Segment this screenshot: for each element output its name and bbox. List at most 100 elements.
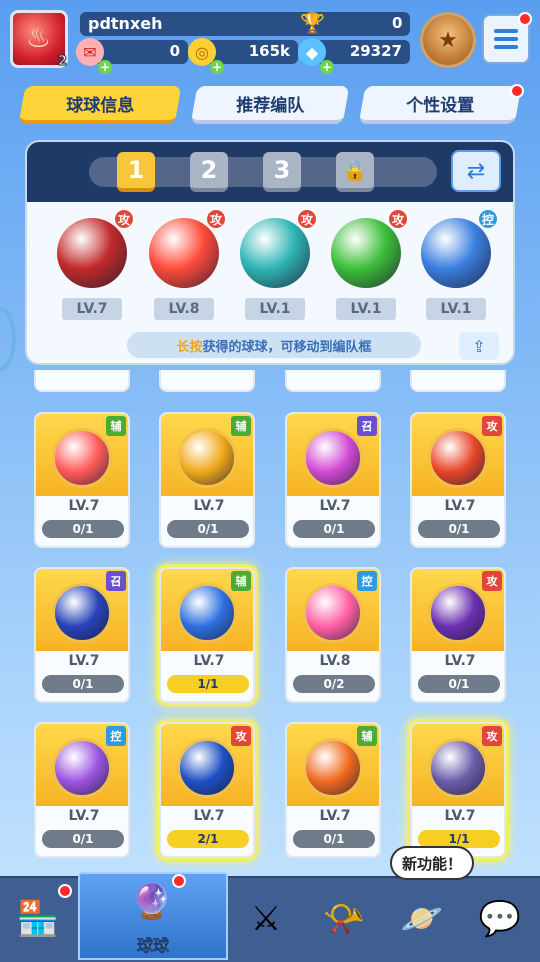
nav-battle[interactable]: ⚔	[228, 878, 304, 960]
sword-ball-icon	[428, 583, 488, 643]
ball-icon: 🔮	[130, 882, 174, 922]
ball-type-tag: 召	[106, 571, 126, 591]
team-ball-type-tag: 攻	[387, 208, 409, 230]
ball-card[interactable]: 辅 LV.7 0/1	[285, 722, 381, 858]
planet-icon: 🪐	[400, 899, 444, 939]
team-ball-level: LV.8	[154, 298, 214, 320]
team-ball-red-blob-ball[interactable]	[149, 218, 219, 288]
ball-card[interactable]: 控 LV.8 0/2	[285, 567, 381, 703]
tab-recommended-team[interactable]: 推荐编队	[190, 86, 350, 124]
ball-type-tag: 辅	[231, 571, 251, 591]
claw-ball-icon	[428, 428, 488, 488]
coin-resource[interactable]: ◎ + 165k	[188, 38, 298, 74]
ball-type-tag: 攻	[482, 571, 502, 591]
phoenix-ball-icon	[303, 428, 363, 488]
ball-level: LV.7	[444, 498, 476, 514]
rank-badge-icon[interactable]: ★	[420, 12, 476, 68]
share-button[interactable]: ⇪	[459, 332, 499, 360]
nav-social[interactable]: 💬	[462, 878, 538, 960]
ball-type-tag: 辅	[231, 416, 251, 436]
ball-card[interactable]: 攻 LV.7 1/1	[410, 722, 506, 858]
player-avatar[interactable]: ♨ 2	[10, 10, 68, 70]
ball-card[interactable]: 攻 LV.7 2/1	[159, 722, 255, 858]
share-icon: ⇪	[472, 336, 486, 356]
ball-type-tag: 召	[357, 416, 377, 436]
card-partial	[410, 370, 506, 392]
ball-card-count: 0/1	[293, 520, 375, 538]
notification-dot	[518, 12, 532, 26]
card-partial	[159, 370, 255, 392]
nav-ball-label: 球球	[136, 936, 170, 956]
coin-icon: ◎ +	[188, 38, 224, 74]
trophy-icon: 🏆	[300, 11, 325, 35]
nav-whistle[interactable]: 📯	[306, 878, 382, 960]
ball-type-tag: 辅	[357, 726, 377, 746]
ball-card[interactable]: 攻 LV.7 0/1	[410, 567, 506, 703]
ball-card-count: 0/1	[418, 520, 500, 538]
coupon-value: 0	[169, 42, 180, 60]
team-slot-1[interactable]: 1	[117, 152, 155, 192]
tab-ball-info[interactable]: 球球信息	[18, 86, 182, 124]
hint-bar: 长按 获得的球球，可移动到编队框	[127, 332, 421, 358]
team-panel: 1 2 3 🔒 ⇄ 攻 LV.7 攻 LV.8 攻 LV.1 攻 LV.1 控 LV.1 长按 获…	[25, 140, 515, 365]
ball-level: LV.7	[319, 498, 351, 514]
ball-card[interactable]: 控 LV.7 0/1	[34, 722, 130, 858]
energy-ball-icon	[177, 738, 237, 798]
swap-button[interactable]: ⇄	[451, 150, 501, 192]
new-feature-bubble: 新功能！	[390, 846, 474, 880]
ball-type-tag: 辅	[106, 416, 126, 436]
hint-highlight: 长按	[176, 339, 203, 355]
team-ball-wind-swirl-ball[interactable]	[240, 218, 310, 288]
ball-card-count: 2/1	[167, 830, 249, 848]
diamond-value: 29327	[349, 42, 402, 60]
ball-card[interactable]: 辅 LV.7 0/1	[34, 412, 130, 548]
ball-card-count: 0/1	[42, 830, 124, 848]
team-slot-2[interactable]: 2	[190, 152, 228, 192]
ball-level: LV.7	[193, 808, 225, 824]
flame-icon: ♨	[26, 21, 52, 54]
gift-ball-icon	[52, 428, 112, 488]
team-ball-level: LV.7	[62, 298, 122, 320]
ball-type-tag: 攻	[482, 416, 502, 436]
coupon-icon: ✉ +	[76, 38, 112, 74]
ball-card-count: 0/1	[42, 675, 124, 693]
menu-button[interactable]	[482, 12, 532, 64]
ball-level: LV.7	[444, 653, 476, 669]
ball-level: LV.7	[68, 498, 100, 514]
diamond-resource[interactable]: ◆ + 29327	[298, 38, 410, 74]
ice-crystal-ball-icon	[177, 583, 237, 643]
coupon-resource[interactable]: ✉ + 0	[76, 38, 188, 74]
team-ball-opera-mask-ball[interactable]	[57, 218, 127, 288]
team-ball-level: LV.1	[245, 298, 305, 320]
ball-card-count: 0/1	[167, 520, 249, 538]
team-slot-3[interactable]: 3	[263, 152, 301, 192]
team-ball-level: LV.1	[336, 298, 396, 320]
piggy-bank-ball-icon	[177, 428, 237, 488]
ball-level: LV.7	[193, 653, 225, 669]
player-level: 2	[57, 54, 67, 70]
team-slot-locked[interactable]: 🔒	[336, 152, 374, 192]
ball-card[interactable]: 召 LV.7 0/1	[285, 412, 381, 548]
nav-planet[interactable]: 🪐	[384, 878, 460, 960]
ball-level: LV.7	[193, 498, 225, 514]
side-arc-decoration	[0, 306, 16, 372]
ball-card-count: 0/1	[42, 520, 124, 538]
ball-card-count: 0/1	[418, 675, 500, 693]
butterfly-ball-icon	[52, 738, 112, 798]
ball-card[interactable]: 攻 LV.7 0/1	[410, 412, 506, 548]
ball-level: LV.7	[319, 808, 351, 824]
ball-card[interactable]: 辅 LV.7 1/1	[159, 567, 255, 703]
card-partial	[285, 370, 381, 392]
ball-card[interactable]: 召 LV.7 0/1	[34, 567, 130, 703]
team-ball-snowflake-ball[interactable]	[421, 218, 491, 288]
tab-personal-settings[interactable]: 个性设置	[358, 86, 522, 124]
coin-value: 165k	[248, 42, 290, 60]
ball-card-count: 1/1	[167, 675, 249, 693]
team-ball-type-tag: 攻	[113, 208, 135, 230]
wings-ball-icon	[303, 738, 363, 798]
team-ball-poison-skull-ball[interactable]	[331, 218, 401, 288]
hint-text: 获得的球球，可移动到编队框	[202, 339, 372, 355]
ball-card[interactable]: 辅 LV.7 0/1	[159, 412, 255, 548]
ball-level: LV.7	[444, 808, 476, 824]
diamond-icon: ◆ +	[298, 38, 334, 74]
